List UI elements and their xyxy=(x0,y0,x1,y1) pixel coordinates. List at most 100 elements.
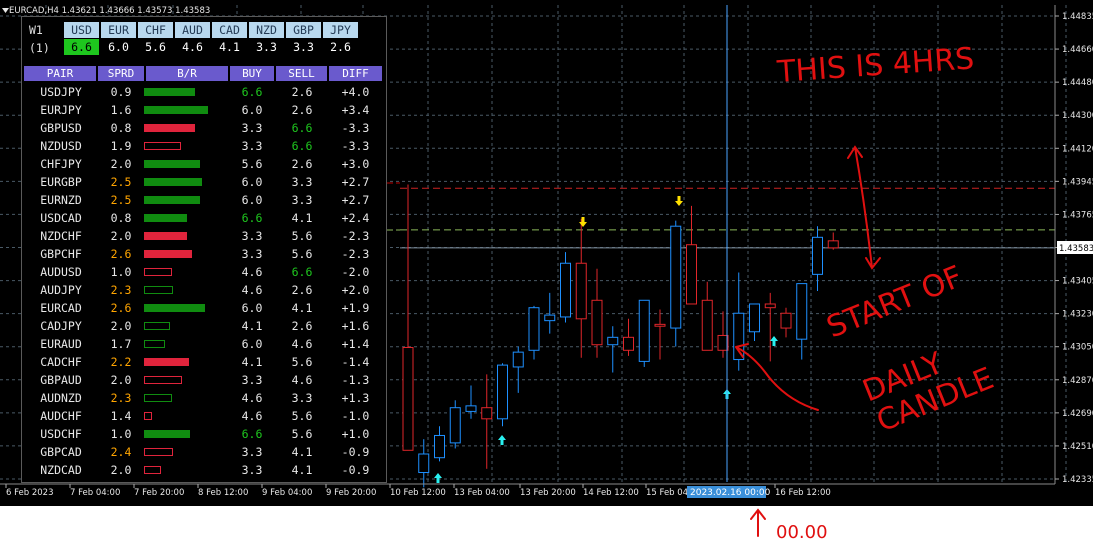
strength-ratio-bar xyxy=(144,142,181,150)
strength-ratio-bar xyxy=(144,214,187,222)
candle-body xyxy=(670,225,682,329)
pair-sell-strength: 4.1 xyxy=(291,301,313,315)
pair-diff: -3.3 xyxy=(341,121,370,135)
pair-diff: +2.7 xyxy=(341,175,370,189)
price-tick-label: 1.42690 xyxy=(1062,409,1093,419)
pair-row-eurjpy[interactable]: EURJPY 1.6 6.0 2.6 +3.4 xyxy=(24,101,382,119)
window-title: EURCAD,H4 1.43621 1.43666 1.43573 1.4358… xyxy=(9,6,210,16)
strength-ratio-bar xyxy=(144,430,190,438)
pair-diff: -2.3 xyxy=(341,229,370,243)
strength-ratio-cell xyxy=(144,263,228,281)
pair-row-nzdchf[interactable]: NZDCHF 2.0 3.3 5.6 -2.3 xyxy=(24,227,382,245)
pair-row-usdjpy[interactable]: USDJPY 0.9 6.6 2.6 +4.0 xyxy=(24,83,382,101)
candle-body xyxy=(512,351,524,368)
strength-ratio-cell xyxy=(144,317,228,335)
candle-body xyxy=(449,407,461,444)
time-tick-label: 8 Feb 12:00 xyxy=(198,488,248,498)
pair-diff: -0.9 xyxy=(341,463,370,477)
pair-diff: -2.0 xyxy=(341,265,370,279)
pair-symbol: AUDUSD xyxy=(40,265,82,279)
strength-ratio-bar xyxy=(144,340,165,348)
pair-buy-strength: 6.6 xyxy=(241,427,263,441)
pair-symbol: EURCAD xyxy=(40,301,82,315)
pair-buy-strength: 4.6 xyxy=(241,409,263,423)
price-tick-label: 1.42510 xyxy=(1062,442,1093,452)
pair-row-audusd[interactable]: AUDUSD 1.0 4.6 6.6 -2.0 xyxy=(24,263,382,281)
currency-header-nzd: NZD xyxy=(249,22,284,38)
time-tick-label: 13 Feb 04:00 xyxy=(454,488,510,498)
pair-buy-strength: 4.1 xyxy=(241,319,263,333)
pair-row-eurgbp[interactable]: EURGBP 2.5 6.0 3.3 +2.7 xyxy=(24,173,382,191)
pair-diff: +2.7 xyxy=(341,193,370,207)
pair-row-nzdusd[interactable]: NZDUSD 1.9 3.3 6.6 -3.3 xyxy=(24,137,382,155)
strength-ratio-cell xyxy=(144,137,228,155)
pair-sell-strength: 4.1 xyxy=(291,445,313,459)
pair-buy-strength: 4.6 xyxy=(241,391,263,405)
pair-row-gbpusd[interactable]: GBPUSD 0.8 3.3 6.6 -3.3 xyxy=(24,119,382,137)
pair-buy-strength: 3.3 xyxy=(241,445,263,459)
pair-row-cadjpy[interactable]: CADJPY 2.0 4.1 2.6 +1.6 xyxy=(24,317,382,335)
pair-buy-strength: 4.1 xyxy=(241,355,263,369)
column-header-sell[interactable]: SELL xyxy=(276,66,327,81)
pairs-table-header: PAIR SPRD B/R BUY SELL DIFF xyxy=(24,66,382,81)
pair-row-euraud[interactable]: EURAUD 1.7 6.0 4.6 +1.4 xyxy=(24,335,382,353)
pair-diff: -1.3 xyxy=(341,373,370,387)
currency-strength-usd: 6.6 xyxy=(64,39,99,55)
pair-row-gbpcad[interactable]: GBPCAD 2.4 3.3 4.1 -0.9 xyxy=(24,443,382,461)
column-header-sprd[interactable]: SPRD xyxy=(98,66,144,81)
pair-spread: 2.5 xyxy=(110,175,132,189)
pair-buy-strength: 3.3 xyxy=(241,139,263,153)
candle-body xyxy=(764,303,776,309)
pair-diff: +3.0 xyxy=(341,157,370,171)
timeframe-index: (1) xyxy=(29,41,50,55)
price-tick-label: 1.43945 xyxy=(1062,177,1093,187)
pair-symbol: CADJPY xyxy=(40,319,82,333)
pair-row-gbpchf[interactable]: GBPCHF 2.6 3.3 5.6 -2.3 xyxy=(24,245,382,263)
candle xyxy=(497,363,508,427)
pair-row-nzdcad[interactable]: NZDCAD 2.0 3.3 4.1 -0.9 xyxy=(24,461,382,479)
pair-spread: 1.4 xyxy=(110,409,132,423)
currency-header-usd: USD xyxy=(64,22,99,38)
strength-ratio-bar xyxy=(144,250,192,258)
pair-sell-strength: 4.1 xyxy=(291,211,313,225)
pair-row-chfjpy[interactable]: CHFJPY 2.0 5.6 2.6 +3.0 xyxy=(24,155,382,173)
column-header-br[interactable]: B/R xyxy=(146,66,228,81)
pair-row-usdcad[interactable]: USDCAD 0.8 6.6 4.1 +2.4 xyxy=(24,209,382,227)
currency-strength-cad: 4.1 xyxy=(219,40,240,54)
pair-spread: 2.0 xyxy=(110,229,132,243)
candle-body xyxy=(749,303,760,333)
pair-symbol: EURNZD xyxy=(40,193,82,207)
pair-sell-strength: 6.6 xyxy=(291,265,313,279)
pair-row-eurnzd[interactable]: EURNZD 2.5 6.0 3.3 +2.7 xyxy=(24,191,382,209)
pair-diff: -3.3 xyxy=(341,139,370,153)
pair-spread: 2.0 xyxy=(110,157,132,171)
pair-row-usdchf[interactable]: USDCHF 1.0 6.6 5.6 +1.0 xyxy=(24,425,382,443)
pair-row-gbpaud[interactable]: GBPAUD 2.0 3.3 4.6 -1.3 xyxy=(24,371,382,389)
pair-spread: 1.0 xyxy=(110,265,132,279)
pair-symbol: GBPCAD xyxy=(40,445,82,459)
strength-ratio-bar xyxy=(144,412,152,420)
pair-sell-strength: 5.6 xyxy=(291,409,313,423)
strength-ratio-cell xyxy=(144,245,228,263)
pair-buy-strength: 6.6 xyxy=(241,211,263,225)
column-header-diff[interactable]: DIFF xyxy=(329,66,382,81)
column-header-pair[interactable]: PAIR xyxy=(24,66,96,81)
strength-ratio-bar xyxy=(144,466,161,474)
pair-row-eurcad[interactable]: EURCAD 2.6 6.0 4.1 +1.9 xyxy=(24,299,382,317)
strength-ratio-cell xyxy=(144,389,228,407)
strength-ratio-cell xyxy=(144,281,228,299)
pair-row-audjpy[interactable]: AUDJPY 2.3 4.6 2.6 +2.0 xyxy=(24,281,382,299)
pair-symbol: USDCHF xyxy=(40,427,82,441)
candle-body xyxy=(686,244,697,305)
pair-row-cadchf[interactable]: CADCHF 2.2 4.1 5.6 -1.4 xyxy=(24,353,382,371)
strength-ratio-cell xyxy=(144,443,228,461)
pair-row-audchf[interactable]: AUDCHF 1.4 4.6 5.6 -1.0 xyxy=(24,407,382,425)
pair-buy-strength: 4.6 xyxy=(241,265,263,279)
pair-buy-strength: 6.0 xyxy=(241,175,263,189)
pair-sell-strength: 3.3 xyxy=(291,391,313,405)
price-tick-label: 1.44480 xyxy=(1062,78,1093,88)
strength-ratio-cell xyxy=(144,353,228,371)
currency-strength-aud: 4.6 xyxy=(182,40,203,54)
pair-row-audnzd[interactable]: AUDNZD 2.3 4.6 3.3 +1.3 xyxy=(24,389,382,407)
column-header-buy[interactable]: BUY xyxy=(230,66,274,81)
